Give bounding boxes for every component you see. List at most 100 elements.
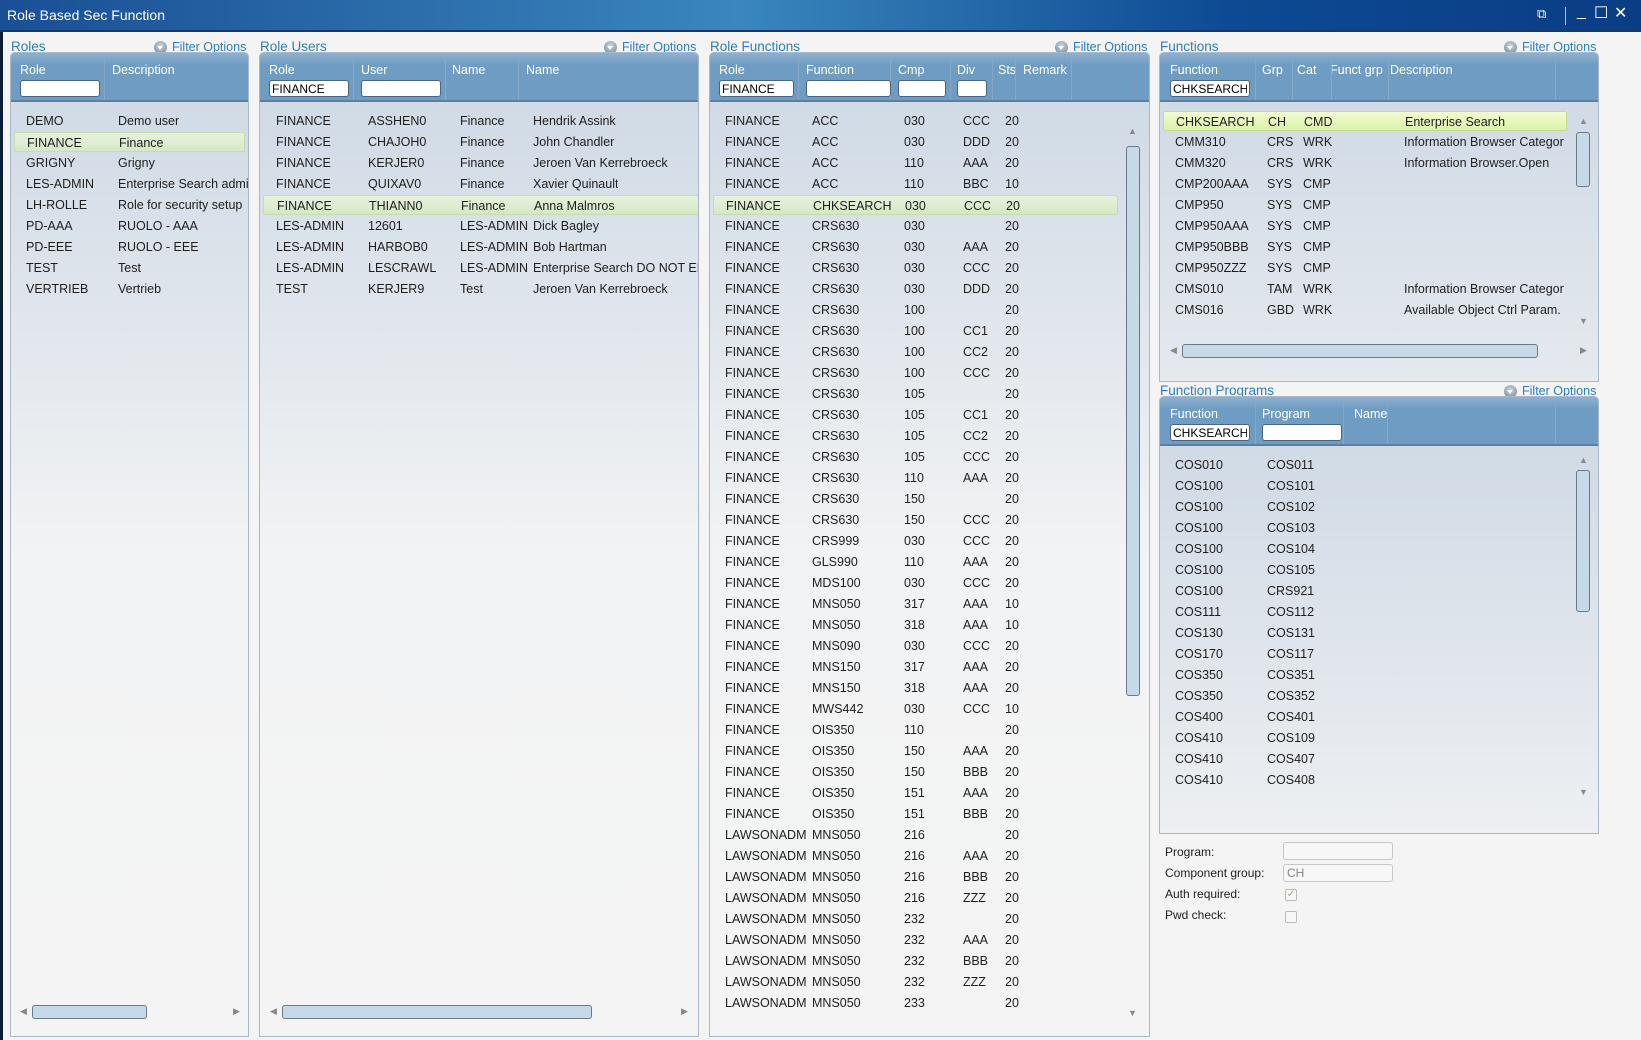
table-row[interactable]: COS410 COS407 [1163,749,1567,769]
table-row[interactable]: FINANCE CRS630 030 AAA 20 [713,237,1118,257]
scroll-up-icon[interactable]: ▲ [1128,126,1137,136]
column-divider[interactable] [1292,57,1293,100]
scroll-down-icon[interactable]: ▼ [1579,316,1588,326]
filter-input[interactable] [957,80,987,97]
table-row[interactable]: FINANCE MNS050 317 AAA 10 [713,594,1118,614]
table-row[interactable]: COS100 COS103 [1163,518,1567,538]
table-row[interactable]: COS010 COS011 [1163,455,1567,475]
table-row[interactable]: COS410 COS408 [1163,770,1567,790]
program-field[interactable] [1283,842,1393,860]
table-row[interactable]: TEST KERJER9 Test Jeroen Van Kerrebroeck [263,279,698,299]
column-header[interactable]: Function [1170,407,1218,421]
scroll-down-icon[interactable]: ▼ [1128,1008,1137,1018]
table-row[interactable]: COS100 CRS921 [1163,581,1567,601]
filter-input[interactable] [719,80,794,97]
table-row[interactable]: FINANCE CRS630 110 AAA 20 [713,468,1118,488]
table-row[interactable]: COS350 COS352 [1163,686,1567,706]
scroll-right-icon[interactable]: ▶ [1580,345,1587,356]
table-row[interactable]: FINANCE CHKSEARCH 030 CCC 20 [713,195,1118,215]
table-row[interactable]: FINANCE GLS990 110 AAA 20 [713,552,1118,572]
table-row[interactable]: LAWSONADM MNS050 216 AAA 20 [713,846,1118,866]
table-row[interactable]: FINANCE ACC 110 BBC 10 [713,174,1118,194]
filter-input[interactable] [1170,424,1250,441]
table-row[interactable]: FINANCE MDS100 030 CCC 20 [713,573,1118,593]
scroll-down-icon[interactable]: ▼ [1579,787,1588,797]
table-row[interactable]: FINANCE CRS630 030 CCC 20 [713,258,1118,278]
table-row[interactable]: FINANCE MNS150 318 AAA 20 [713,678,1118,698]
column-header[interactable]: Function [1170,63,1218,77]
table-row[interactable]: COS100 COS104 [1163,539,1567,559]
column-divider[interactable] [1555,401,1556,444]
column-header[interactable]: Program [1262,407,1310,421]
vertical-scrollbar-thumb[interactable] [1576,470,1590,612]
column-divider[interactable] [1388,57,1389,100]
table-row[interactable]: COS100 COS102 [1163,497,1567,517]
table-row[interactable]: CMP200AAA SYS CMP [1163,174,1567,194]
table-row[interactable]: FINANCE ACC 110 AAA 20 [713,153,1118,173]
column-header[interactable]: Grp [1262,63,1283,77]
table-row[interactable]: FINANCE CRS630 100 CC2 20 [713,342,1118,362]
table-row[interactable]: FINANCE ACC 030 CCC 20 [713,111,1118,131]
table-row[interactable]: LES-ADMIN 12601 LES-ADMIN Dick Bagley [263,216,698,236]
column-divider[interactable] [1255,57,1256,100]
table-row[interactable]: FINANCE MNS150 317 AAA 20 [713,657,1118,677]
column-divider[interactable] [518,57,519,100]
horizontal-scrollbar-thumb[interactable] [282,1005,592,1019]
close-button[interactable]: ✕ [1614,5,1627,23]
table-row[interactable]: COS130 COS131 [1163,623,1567,643]
table-row[interactable]: PD-EEE RUOLO - EEE [14,237,245,257]
table-row[interactable]: FINANCE CRS630 105 CC2 20 [713,426,1118,446]
column-header[interactable]: Sts [998,63,1016,77]
table-row[interactable]: VERTRIEB Vertrieb [14,279,245,299]
column-header[interactable]: Div [957,63,975,77]
column-divider[interactable] [104,57,105,100]
table-row[interactable]: LAWSONADM MNS050 232 20 [713,909,1118,929]
table-row[interactable]: FINANCE CRS999 030 CCC 20 [713,531,1118,551]
table-row[interactable]: FINANCE CRS630 150 20 [713,489,1118,509]
table-row[interactable]: FINANCE THIANN0 Finance Anna Malmros [263,195,698,215]
table-row[interactable]: TEST Test [14,258,245,278]
table-row[interactable]: FINANCE MNS050 318 AAA 10 [713,615,1118,635]
filter-input[interactable] [1170,80,1250,97]
column-divider[interactable] [1071,57,1072,100]
scroll-left-icon[interactable]: ◀ [270,1006,277,1017]
scroll-right-icon[interactable]: ▶ [233,1006,240,1017]
column-header[interactable]: Funct grp [1330,63,1383,77]
table-row[interactable]: FINANCE CRS630 150 CCC 20 [713,510,1118,530]
table-row[interactable]: CHKSEARCH CH CMD Enterprise Search [1163,111,1567,131]
table-row[interactable]: GRIGNY Grigny [14,153,245,173]
table-row[interactable]: COS100 COS105 [1163,560,1567,580]
table-row[interactable]: LAWSONADM MNS050 216 ZZZ 20 [713,888,1118,908]
column-header[interactable]: Name [1354,407,1387,421]
column-divider[interactable] [445,57,446,100]
scroll-left-icon[interactable]: ◀ [20,1006,27,1017]
table-row[interactable]: CMP950BBB SYS CMP [1163,237,1567,257]
table-row[interactable]: FINANCE CRS630 105 CCC 20 [713,447,1118,467]
column-header[interactable]: Description [112,63,175,77]
table-row[interactable]: COS410 COS109 [1163,728,1567,748]
table-row[interactable]: FINANCE OIS350 150 BBB 20 [713,762,1118,782]
filter-input[interactable] [806,80,891,97]
column-divider[interactable] [353,57,354,100]
column-divider[interactable] [1015,57,1016,100]
table-row[interactable]: FINANCE CRS630 030 DDD 20 [713,279,1118,299]
auth-required-checkbox[interactable]: ✓ [1285,889,1297,901]
table-row[interactable]: PD-AAA RUOLO - AAA [14,216,245,236]
scroll-right-icon[interactable]: ▶ [681,1006,688,1017]
table-row[interactable]: LAWSONADM MNS050 232 BBB 20 [713,951,1118,971]
table-row[interactable]: FINANCE OIS350 151 BBB 20 [713,804,1118,824]
table-row[interactable]: FINANCE ACC 030 DDD 20 [713,132,1118,152]
table-row[interactable]: LES-ADMIN HARBOB0 LES-ADMIN Bob Hartman [263,237,698,257]
component-group-field[interactable] [1283,864,1393,882]
column-divider[interactable] [798,57,799,100]
column-header[interactable]: User [361,63,387,77]
column-divider[interactable] [1255,401,1256,444]
maximize-button[interactable]: ☐ [1594,5,1608,23]
column-header[interactable]: Role [719,63,745,77]
scroll-up-icon[interactable]: ▲ [1579,116,1588,126]
scroll-left-icon[interactable]: ◀ [1170,345,1177,356]
column-header[interactable]: Cat [1297,63,1316,77]
table-row[interactable]: COS410 COS409 [1163,791,1567,793]
table-row[interactable]: CMM310 CRS WRK Information Browser Category… [1163,132,1567,152]
table-row[interactable]: COS111 COS112 [1163,602,1567,622]
